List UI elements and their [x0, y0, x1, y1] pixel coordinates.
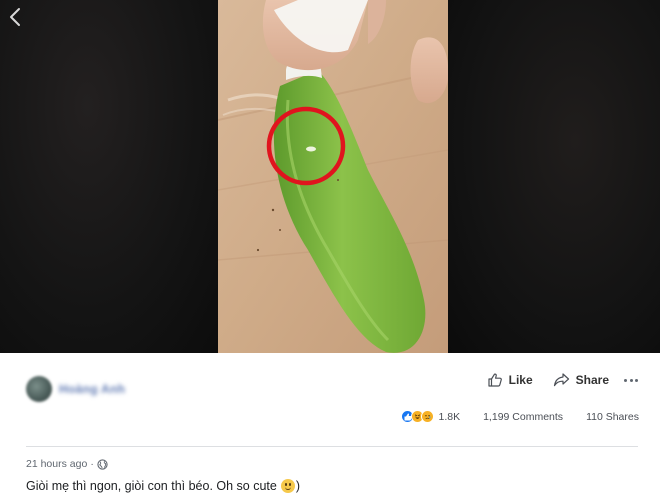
- video-frame[interactable]: [218, 0, 448, 353]
- shares-count[interactable]: 110 Shares: [586, 411, 639, 423]
- caption-text: Giòi mẹ thì ngon, giòi con thì béo. Oh s…: [26, 479, 277, 493]
- divider: [26, 446, 638, 447]
- post-timestamp[interactable]: 21 hours ago: [26, 458, 87, 470]
- globe-icon: [97, 458, 108, 470]
- more-dots-icon: [624, 378, 627, 382]
- share-label: Share: [575, 373, 609, 387]
- more-options-button[interactable]: [624, 373, 638, 387]
- thumbs-up-icon: [488, 373, 502, 387]
- share-arrow-icon: [553, 373, 569, 387]
- media-backdrop-right: [448, 0, 660, 353]
- avatar[interactable]: [26, 376, 52, 402]
- post-meta: 21 hours ago ·: [26, 458, 108, 470]
- post-actions: Like Share: [487, 372, 638, 388]
- media-backdrop-left: [0, 0, 218, 353]
- post-author[interactable]: Hoàng Anh: [26, 376, 125, 402]
- post-caption: Giòi mẹ thì ngon, giòi con thì béo. Oh s…: [26, 479, 300, 493]
- meta-separator: ·: [90, 458, 94, 470]
- chevron-left-icon: [10, 8, 20, 26]
- sad-reaction-icon: [421, 410, 435, 423]
- caption-suffix: ): [295, 479, 301, 493]
- author-name[interactable]: Hoàng Anh: [59, 382, 125, 396]
- reaction-icons[interactable]: [401, 410, 435, 423]
- reaction-count[interactable]: 1.8K: [438, 411, 460, 423]
- share-button[interactable]: Share: [553, 372, 609, 388]
- back-button[interactable]: [6, 6, 26, 28]
- like-button[interactable]: Like: [487, 372, 533, 388]
- like-label: Like: [508, 373, 533, 387]
- video-still-image: [218, 0, 448, 353]
- post-stats: 1.8K 1,199 Comments 110 Shares: [401, 410, 639, 423]
- comments-count[interactable]: 1,199 Comments: [483, 411, 563, 423]
- smiling-face-emoji-icon: [280, 479, 295, 493]
- media-viewer: [0, 0, 660, 353]
